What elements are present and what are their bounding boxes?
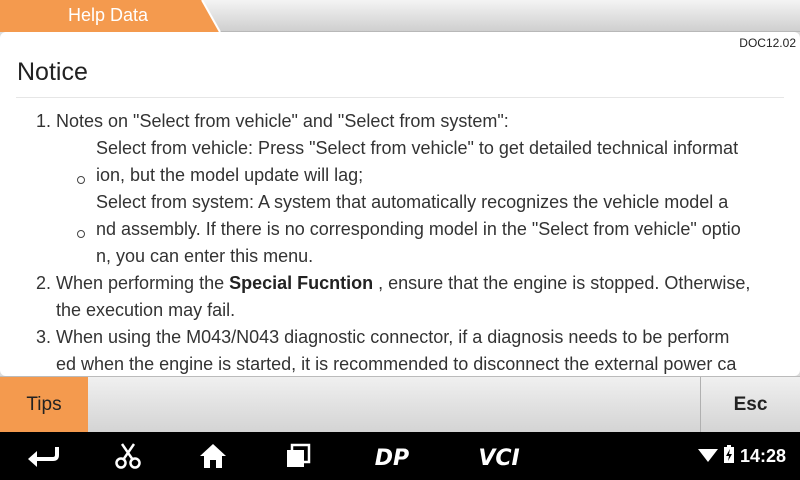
document-id: DOC12.02: [739, 36, 796, 50]
note-2-line-2: the execution may fail.: [56, 300, 236, 320]
tips-button[interactable]: Tips: [0, 377, 88, 433]
dp-logo-text: DP: [375, 446, 409, 469]
esc-button[interactable]: Esc: [700, 377, 800, 433]
header-bar: Help Data: [0, 0, 800, 32]
note-3-line-2: ed when the engine is started, it is rec…: [56, 354, 737, 374]
action-bar: Tips Esc: [0, 376, 800, 433]
home-icon[interactable]: [196, 432, 230, 480]
note-1-bullet-1-line-2: ion, but the model update will lag;: [96, 165, 364, 185]
notice-title: Notice: [17, 58, 88, 86]
battery-charging-icon: [723, 444, 734, 468]
note-1-heading: 1. Notes on "Select from vehicle" and "S…: [36, 111, 509, 131]
vci-logo-text: VCI: [478, 446, 519, 469]
header-tab: Help Data: [0, 0, 221, 32]
title-divider: [16, 97, 784, 98]
recent-apps-icon[interactable]: [282, 432, 314, 480]
note-1-bullet-2-line-3: n, you can enter this menu.: [96, 246, 314, 266]
clock: 14:28: [739, 445, 786, 466]
help-content-panel[interactable]: DOC12.02 Notice 1. Notes on "Select from…: [0, 32, 800, 376]
system-nav-bar: DP VCI 14:28: [0, 432, 800, 480]
header-title: Help Data: [68, 5, 149, 25]
vci-logo-icon[interactable]: VCI: [468, 432, 530, 480]
dp-logo-icon[interactable]: DP: [364, 432, 420, 480]
bullet-icon: [77, 176, 85, 184]
note-2-text-b: , ensure that the engine is stopped. Oth…: [373, 273, 751, 293]
special-function-term: Special Fucntion: [229, 273, 374, 293]
note-3-line-1: 3. When using the M043/N043 diagnostic c…: [36, 327, 730, 347]
note-1-bullet-2-line-1: Select from system: A system that automa…: [96, 192, 729, 212]
scissors-icon[interactable]: [110, 432, 146, 480]
back-icon[interactable]: [22, 432, 64, 480]
note-2-text-a: 2. When performing the: [36, 273, 230, 293]
note-1-bullet-2-line-2: nd assembly. If there is no correspondin…: [96, 219, 741, 239]
note-1-bullet-1-line-1: Select from vehicle: Press "Select from …: [96, 138, 739, 158]
note-2-line-1: 2. When performing the Special Fucntion …: [36, 270, 750, 297]
wifi-icon: [697, 446, 718, 467]
bullet-icon: [77, 230, 85, 238]
status-area: 14:28: [697, 432, 786, 480]
